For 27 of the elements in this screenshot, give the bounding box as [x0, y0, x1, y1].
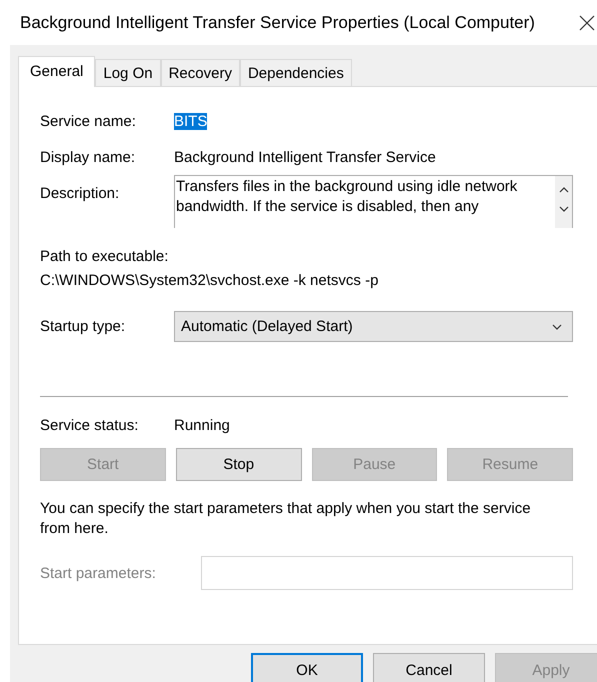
dialog-button[interactable]: OK — [251, 653, 363, 682]
field-label: Path to executable: — [40, 248, 168, 264]
scroll-down-icon[interactable] — [558, 206, 568, 212]
tab[interactable]: Dependencies — [240, 59, 352, 86]
service-button[interactable]: Stop — [176, 448, 302, 481]
field-label: Display name: — [40, 148, 136, 166]
tab[interactable]: General — [18, 56, 96, 87]
field-label: Service name: — [40, 112, 137, 130]
path-value: C:\WINDOWS\System32\svchost.exe -k netsvcs -p — [40, 272, 378, 288]
tab[interactable]: Log On — [95, 59, 161, 86]
field-label: Description: — [40, 185, 120, 202]
display-name-value: Background Intelligent Transfer Service — [174, 148, 436, 166]
field-label: Start parameters: — [40, 564, 157, 582]
scroll-up-icon[interactable] — [558, 186, 568, 192]
chevron-down-icon[interactable] — [552, 324, 562, 330]
description-field[interactable]: Transfers files in the background using idle network bandwidth. If the service is disabled, then any — [174, 175, 573, 228]
close-icon[interactable] — [579, 14, 595, 30]
help-text: You can specify the start parameters that apply when you start the service from here. — [40, 499, 532, 539]
tab[interactable]: Recovery — [160, 59, 240, 86]
service-status-value: Running — [174, 416, 230, 434]
startup-type-dropdown[interactable]: Automatic (Delayed Start) — [174, 311, 573, 342]
scrollbar[interactable] — [555, 176, 572, 228]
dialog-button[interactable]: Cancel — [373, 653, 485, 682]
service-name-value: BITS — [174, 112, 208, 130]
field-label: Service status: — [40, 416, 140, 434]
field-label: Startup type: — [40, 318, 126, 335]
window-title: Background Intelligent Transfer Service Properties (Local Computer) — [20, 12, 536, 32]
